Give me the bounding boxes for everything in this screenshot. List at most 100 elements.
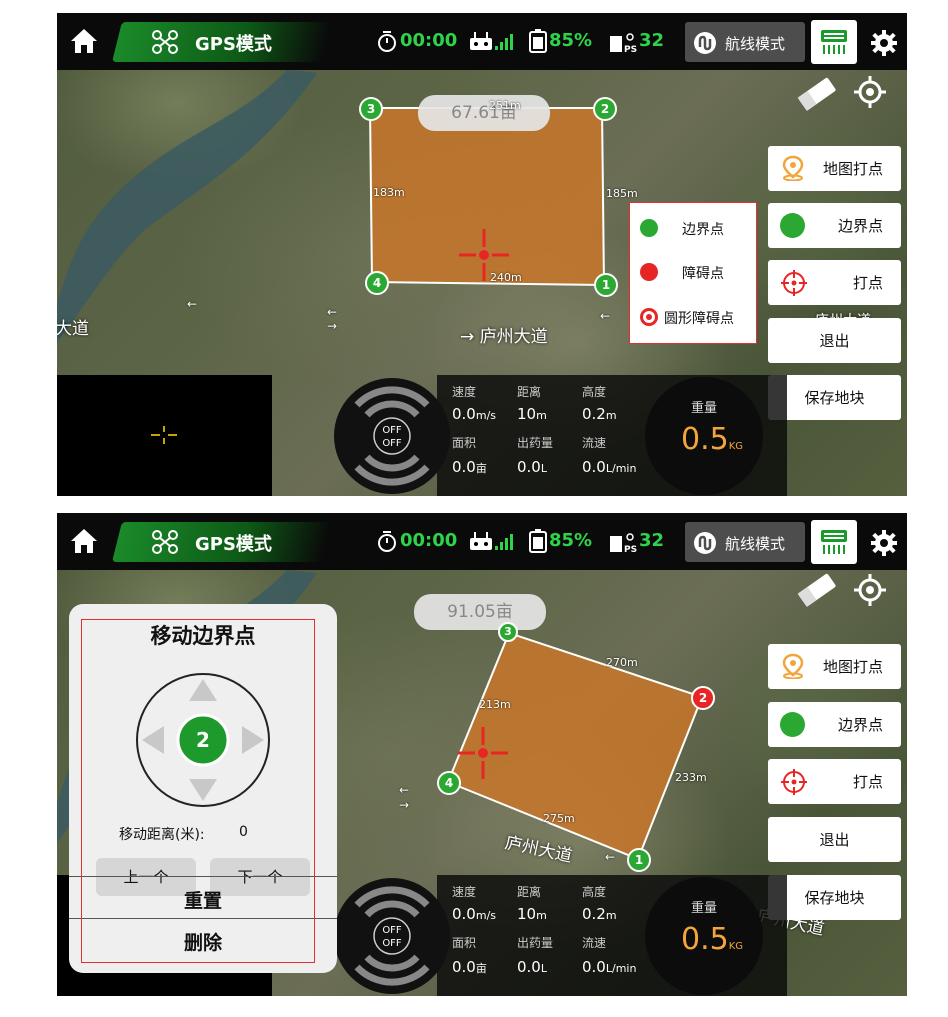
area-label: 91.05亩: [414, 594, 546, 630]
spray-amount-label: 出药量: [517, 936, 554, 950]
weight-value: 0.5KG: [681, 922, 744, 957]
route-icon: [694, 32, 716, 54]
speed-label: 速度: [452, 885, 477, 899]
distance-label: 距离: [517, 885, 542, 899]
point-type-legend: 边界点 障碍点 圆形障碍点: [629, 202, 757, 344]
weight-gauge: 重量 0.5KG: [645, 377, 763, 495]
joy-off-text: OFF: [382, 438, 402, 449]
flight-mode-label: GPS模式: [195, 34, 272, 55]
map-point-button[interactable]: 地图打点: [768, 146, 901, 191]
gear-icon[interactable]: [870, 29, 898, 57]
map-pin-icon: [782, 155, 804, 181]
arrow-icon: ←: [187, 297, 198, 311]
road-label: 大道: [57, 319, 89, 339]
locate-icon[interactable]: [853, 573, 887, 607]
save-plot-button[interactable]: 保存地块: [768, 375, 901, 420]
road-label: → 庐州大道: [460, 327, 548, 347]
boundary-point-button[interactable]: 边界点: [768, 203, 901, 248]
area-value: 0.0亩: [452, 458, 487, 476]
boundary-vertex[interactable]: 1: [627, 848, 651, 872]
arrow-icon: ←: [399, 783, 410, 797]
boundary-vertex-selected[interactable]: 2: [691, 686, 715, 710]
satellite-count: 32: [639, 530, 665, 551]
route-mode-button[interactable]: 航线模式: [685, 22, 805, 62]
boundary-vertex[interactable]: 4: [365, 271, 389, 295]
boundary-vertex[interactable]: 1: [594, 273, 618, 297]
boundary-vertex[interactable]: 2: [593, 97, 617, 121]
weight-value: 0.5KG: [681, 422, 744, 457]
eraser-icon[interactable]: [795, 77, 839, 111]
button-label: 退出: [819, 332, 850, 350]
button-label: 保存地块: [804, 889, 865, 907]
spray-amount-value: 0.0L: [517, 458, 547, 476]
drone-icon: [152, 30, 178, 54]
button-label: 边界点: [837, 716, 883, 734]
flow-value: 0.0L/min: [582, 458, 637, 476]
legend-circle-obstacle[interactable]: 圆形障碍点: [640, 306, 750, 328]
area-label: 67.61亩: [418, 95, 550, 131]
map-point-button[interactable]: 地图打点: [768, 644, 901, 689]
edge-right-distance: 185m: [606, 187, 638, 200]
boundary-vertex[interactable]: 3: [359, 97, 383, 121]
height-label: 高度: [582, 385, 607, 399]
boundary-point-button[interactable]: 边界点: [768, 702, 901, 747]
gear-icon[interactable]: [870, 529, 898, 557]
route-mode-button[interactable]: 航线模式: [685, 522, 805, 562]
home-icon[interactable]: [69, 527, 99, 555]
exit-button[interactable]: 退出: [768, 817, 901, 862]
boundary-vertex[interactable]: 3: [498, 622, 518, 642]
sprayer-icon: [821, 530, 847, 554]
sprayer-icon: [821, 30, 847, 54]
mark-point-button[interactable]: 打点: [768, 759, 901, 804]
crosshair-icon: [458, 727, 508, 779]
joy-off-text: OFF: [382, 925, 402, 936]
arrow-icon: ←: [605, 850, 616, 864]
spray-amount-label: 出药量: [517, 436, 554, 450]
exit-button[interactable]: 退出: [768, 318, 901, 363]
stopwatch-icon: [378, 531, 396, 552]
target-dot-icon: [640, 308, 658, 326]
home-icon[interactable]: [69, 27, 99, 55]
legend-obstacle[interactable]: 障碍点: [640, 261, 750, 283]
route-mode-label: 航线模式: [725, 535, 786, 553]
arrow-icon: →: [399, 798, 410, 812]
mark-point-button[interactable]: 打点: [768, 260, 901, 305]
green-dot-icon: [640, 219, 658, 237]
weight-label: 重量: [691, 401, 718, 416]
legend-label: 边界点: [682, 222, 724, 238]
eraser-icon[interactable]: [795, 573, 839, 607]
speed-value: 0.0m/s: [452, 405, 497, 423]
flight-timer: 00:00: [400, 30, 458, 51]
map-screen-2: 91.05亩 270m 213m 233m 275m 3 2 4 1 庐州大道 …: [57, 513, 907, 996]
height-value: 0.2m: [582, 405, 617, 423]
legend-boundary[interactable]: 边界点: [640, 217, 750, 239]
joy-off-text: OFF: [382, 938, 402, 949]
save-plot-button[interactable]: 保存地块: [768, 875, 901, 920]
joystick-indicator[interactable]: OFF OFF: [333, 375, 451, 496]
spray-settings-button[interactable]: [811, 20, 857, 64]
gps-icon: PS: [610, 533, 637, 554]
battery-percent: 85%: [549, 30, 593, 51]
svg-text:PS: PS: [624, 45, 637, 54]
button-label: 地图打点: [822, 658, 883, 676]
route-mode-label: 航线模式: [725, 35, 786, 53]
satellite-count: 32: [639, 30, 665, 51]
weight-label: 重量: [691, 901, 718, 916]
distance-value: 10m: [517, 905, 547, 923]
button-label: 打点: [852, 773, 883, 791]
signal-icon: [495, 34, 513, 50]
crosshair-icon: [151, 426, 177, 444]
locate-icon[interactable]: [853, 75, 887, 109]
svg-text:PS: PS: [624, 545, 637, 554]
joystick-indicator[interactable]: OFF OFF: [333, 875, 451, 996]
red-dot-icon: [640, 263, 658, 281]
legend-label: 圆形障碍点: [664, 311, 734, 327]
area-value: 0.0亩: [452, 958, 487, 976]
target-icon: [781, 270, 807, 296]
camera-view[interactable]: [57, 375, 272, 496]
status-bar: GPS模式 00:00 85% PS 32 航线模式: [57, 13, 907, 70]
remote-controller-icon: [470, 532, 492, 550]
spray-settings-button[interactable]: [811, 520, 857, 564]
stopwatch-icon: [378, 31, 396, 52]
arrow-icon: ←: [327, 305, 338, 319]
